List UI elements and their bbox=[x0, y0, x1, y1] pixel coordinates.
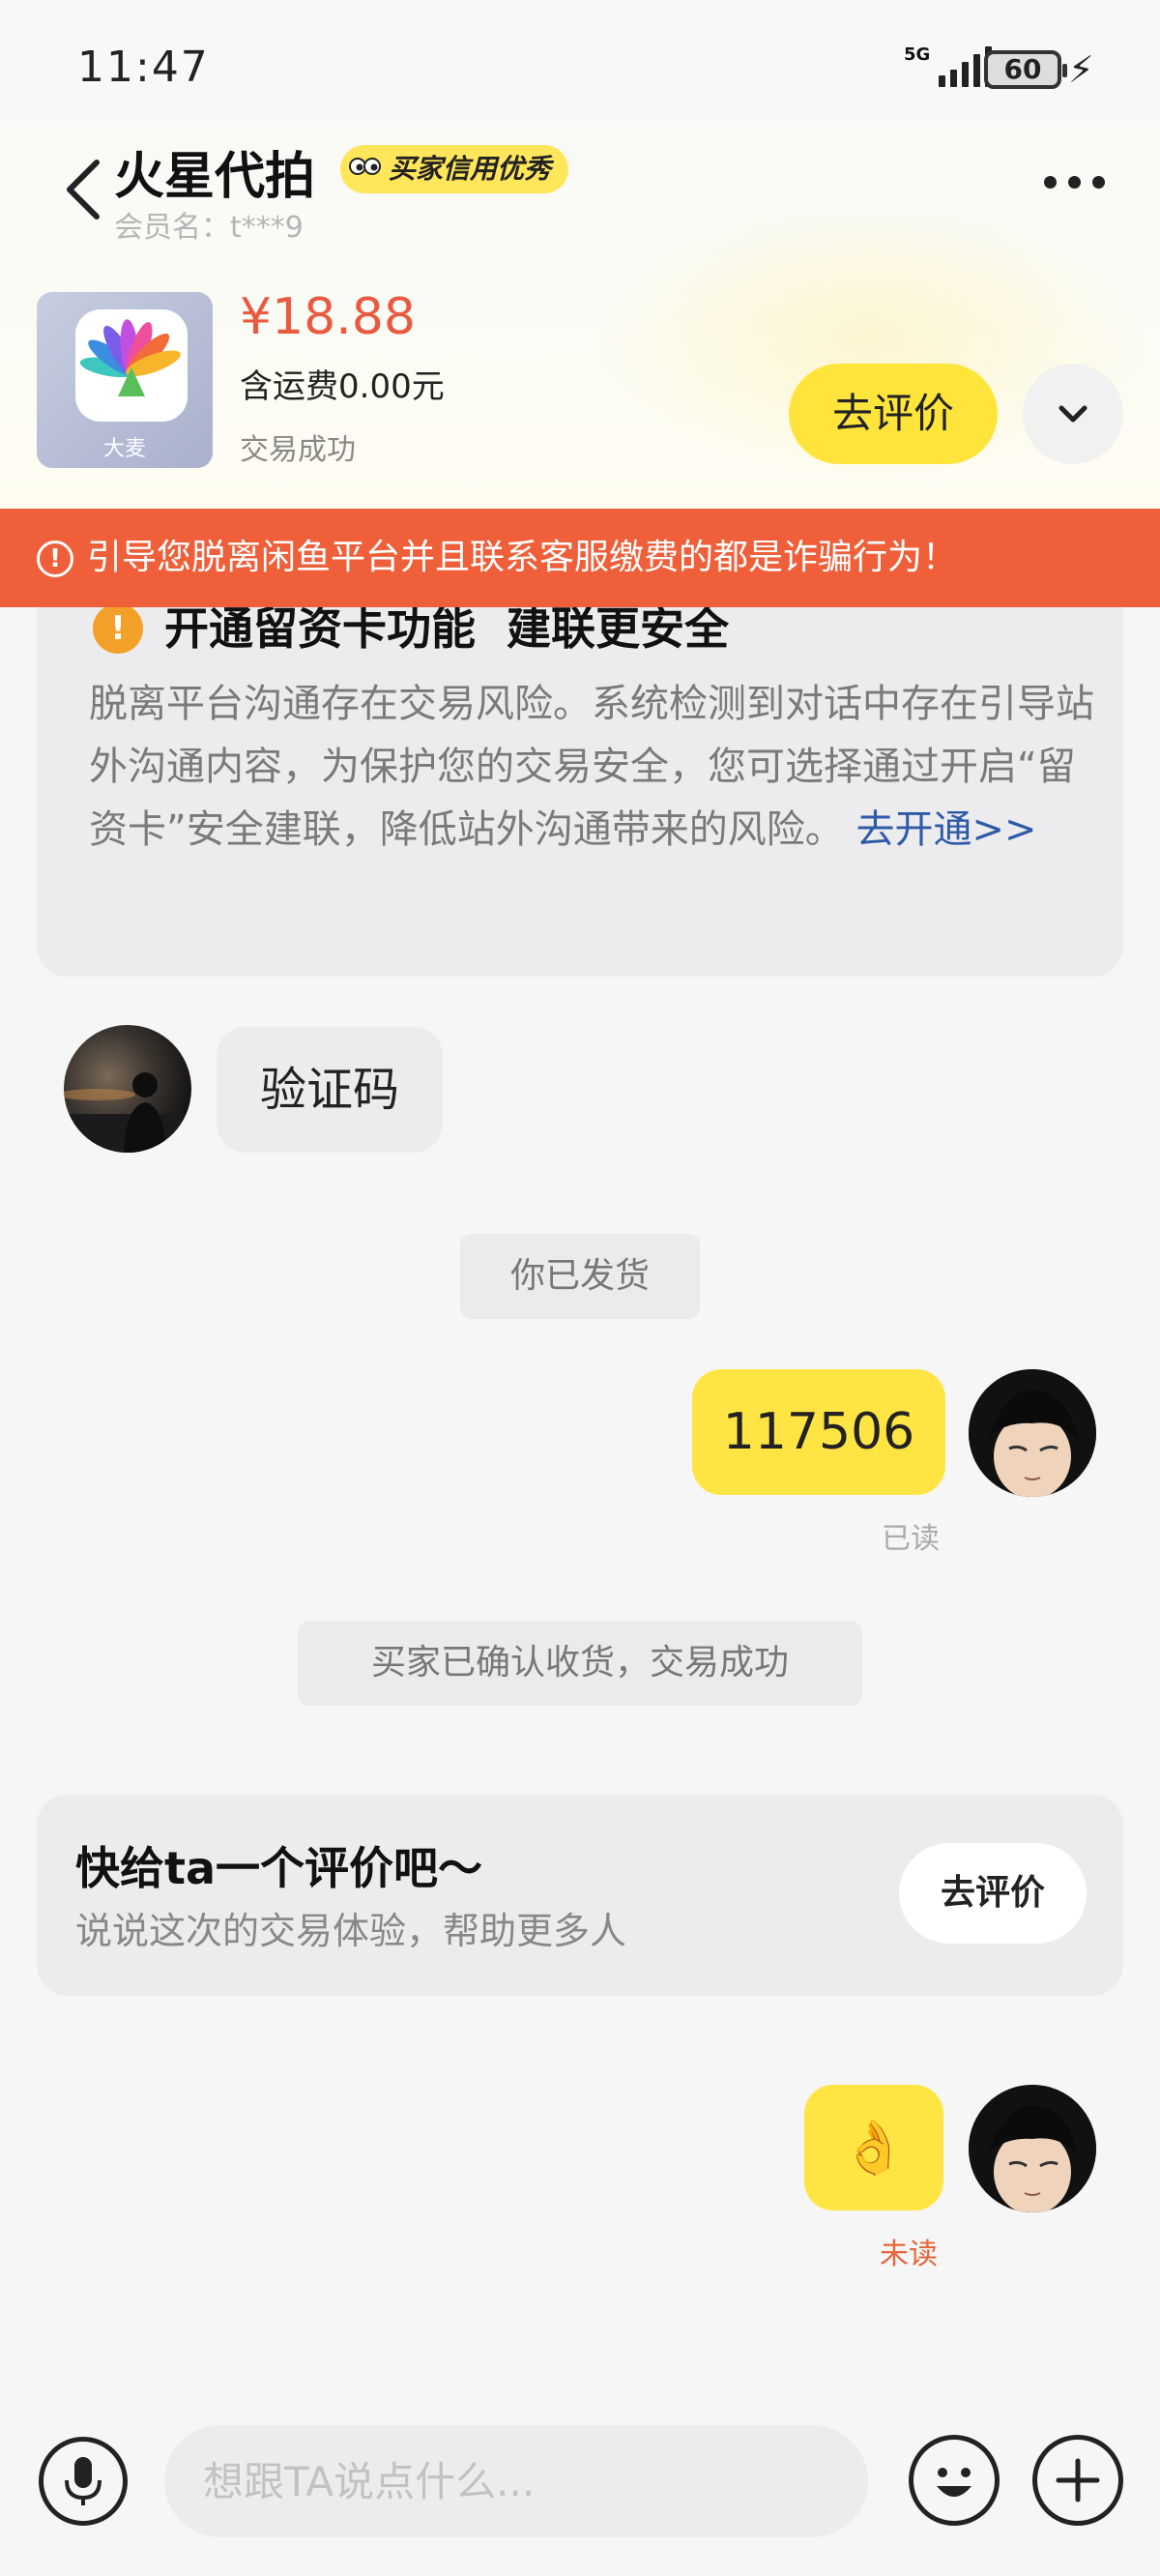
avatar-photo bbox=[64, 1072, 191, 1153]
credit-badge: 买家信用优秀 bbox=[340, 145, 569, 193]
unread-status: 未读 bbox=[880, 2238, 938, 2271]
product-thumbnail[interactable]: 大麦 bbox=[37, 292, 213, 468]
shipping-fee: 含运费0.00元 bbox=[240, 367, 445, 406]
more-dot-icon bbox=[1092, 176, 1105, 189]
status-time: 11:47 bbox=[77, 43, 210, 92]
review-button-top[interactable]: 去评价 bbox=[789, 364, 998, 464]
review-prompt-card: 快给ta一个评价吧～ 说说这次的交易体验，帮助更多人 去评价 bbox=[37, 1795, 1123, 1996]
enable-link[interactable]: 去开通>> bbox=[856, 807, 1036, 852]
more-actions-button[interactable] bbox=[1032, 2435, 1123, 2526]
outgoing-message-bubble[interactable]: 117506 bbox=[692, 1369, 945, 1495]
avatar-illustration bbox=[969, 2085, 1096, 2212]
damai-logo-icon bbox=[79, 319, 181, 396]
charging-icon: ⚡ bbox=[1068, 48, 1094, 91]
chevron-left-icon bbox=[67, 160, 100, 220]
message-input[interactable] bbox=[164, 2425, 868, 2537]
expand-button[interactable] bbox=[1023, 364, 1123, 464]
review-card-subtitle: 说说这次的交易体验，帮助更多人 bbox=[75, 1910, 627, 1952]
shop-name[interactable]: 火星代拍 bbox=[114, 135, 315, 208]
safety-notice-card: ! 开通留资卡功能 建联更安全 脱离平台沟通存在交易风险。系统检测到对话中存在引… bbox=[37, 580, 1123, 977]
read-status: 已读 bbox=[882, 1522, 940, 1556]
alert-circle-icon: ! bbox=[37, 541, 73, 577]
product-price: ¥18.88 bbox=[240, 288, 416, 346]
back-button[interactable] bbox=[58, 155, 112, 222]
eyes-face-icon bbox=[349, 158, 381, 175]
exclamation-icon: ! bbox=[93, 603, 143, 654]
my-avatar[interactable] bbox=[969, 2085, 1096, 2212]
credit-badge-label: 买家信用优秀 bbox=[389, 153, 552, 185]
member-name: 会员名：t***9 bbox=[114, 211, 304, 245]
more-options-button[interactable] bbox=[1044, 176, 1105, 189]
damai-logo-tile bbox=[75, 309, 188, 422]
notice-body: 脱离平台沟通存在交易风险。系统检测到对话中存在引导站外沟通内容，为保护您的交易安… bbox=[89, 673, 1094, 862]
system-message-confirmed: 买家已确认收货，交易成功 bbox=[298, 1621, 862, 1706]
incoming-message-bubble[interactable]: 验证码 bbox=[217, 1027, 443, 1153]
chevron-down-icon bbox=[1058, 405, 1088, 423]
review-card-title: 快给ta一个评价吧～ bbox=[75, 1842, 483, 1894]
avatar-illustration bbox=[969, 1369, 1096, 1497]
product-brand: 大麦 bbox=[102, 437, 146, 461]
outgoing-emoji-bubble[interactable]: 👌 bbox=[804, 2085, 943, 2210]
my-avatar[interactable] bbox=[969, 1369, 1096, 1497]
status-bar: 11:47 5G 60 ⚡ bbox=[0, 0, 1160, 135]
emoji-button[interactable] bbox=[909, 2435, 1000, 2526]
smiley-icon bbox=[937, 2468, 972, 2497]
review-button[interactable]: 去评价 bbox=[899, 1843, 1087, 1944]
voice-button[interactable] bbox=[39, 2437, 128, 2526]
more-dot-icon bbox=[1044, 176, 1057, 189]
input-bar bbox=[0, 2408, 1160, 2576]
seller-avatar[interactable] bbox=[64, 1025, 191, 1153]
signal-icon: 5G bbox=[904, 44, 993, 87]
system-message-shipped: 你已发货 bbox=[460, 1234, 700, 1319]
more-dot-icon bbox=[1068, 176, 1081, 189]
warning-text: 引导您脱离闲鱼平台并且联系客服缴费的都是诈骗行为！ bbox=[87, 538, 958, 577]
fraud-warning-banner: ! 引导您脱离闲鱼平台并且联系客服缴费的都是诈骗行为！ bbox=[0, 509, 1160, 607]
deal-status: 交易成功 bbox=[240, 433, 356, 467]
microphone-icon bbox=[65, 2457, 102, 2505]
plus-icon bbox=[1056, 2458, 1100, 2503]
network-type: 5G bbox=[904, 44, 931, 65]
battery-icon: 60 bbox=[984, 50, 1067, 89]
